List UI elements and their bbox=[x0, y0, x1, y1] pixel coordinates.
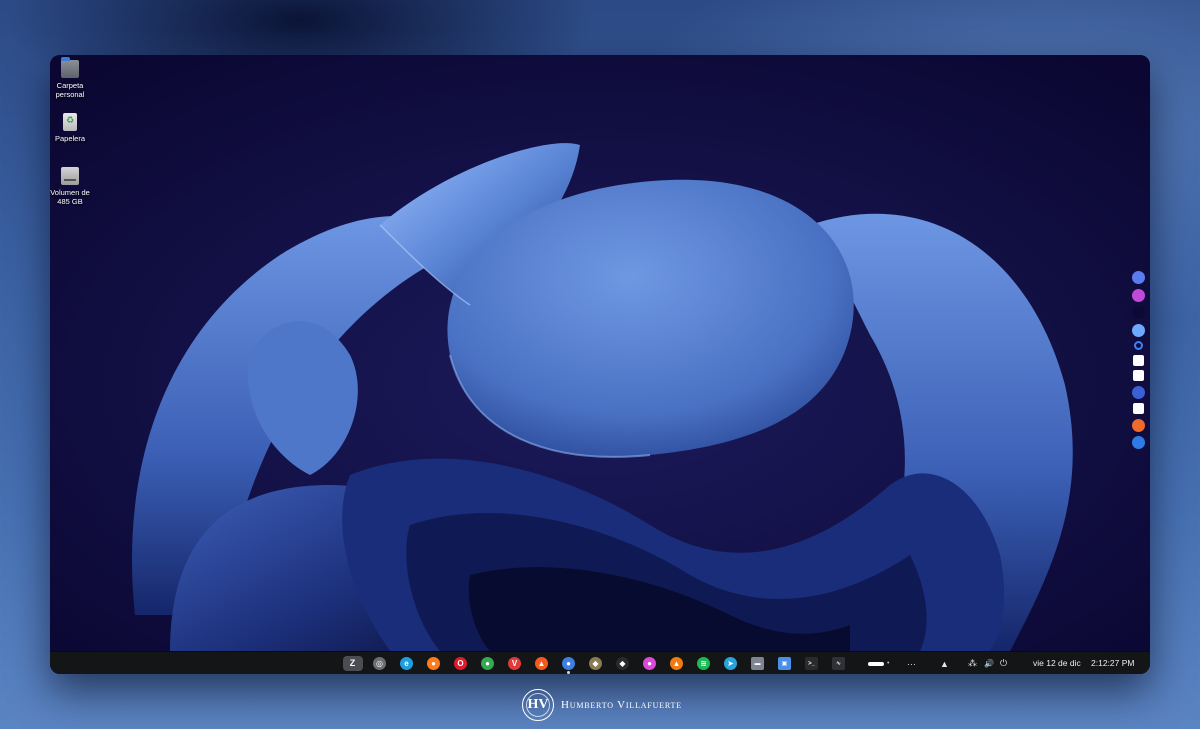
notifications-button[interactable]: ▲ bbox=[940, 652, 949, 674]
monogram-seal: HV bbox=[522, 689, 554, 721]
drive-icon bbox=[61, 167, 79, 185]
bell-icon: ▲ bbox=[940, 658, 949, 669]
power-icon: ⏻ bbox=[1000, 658, 1008, 668]
taskbar-item-chrome[interactable]: ● bbox=[477, 652, 498, 674]
loop-icon[interactable] bbox=[1131, 288, 1145, 302]
spotify-icon: ≋ bbox=[697, 657, 710, 670]
power-button[interactable]: ⏻ bbox=[1000, 652, 1007, 674]
vivaldi-icon: V bbox=[508, 657, 521, 670]
terminal-icon: >_ bbox=[805, 657, 818, 670]
taskbar-item-inkscape[interactable]: ◆ bbox=[612, 652, 633, 674]
color-picker-icon: ● bbox=[643, 657, 656, 670]
taskbar-item-opera[interactable]: O bbox=[450, 652, 471, 674]
blank-icon[interactable] bbox=[1131, 306, 1145, 319]
taskbar-item-terminal[interactable]: >_ bbox=[801, 652, 822, 674]
taskbar-item-edge[interactable]: e bbox=[396, 652, 417, 674]
taskbar-item-firefox[interactable]: ● bbox=[423, 652, 444, 674]
taskbar-item-color-picker[interactable]: ● bbox=[639, 652, 660, 674]
gimp-icon: ◆ bbox=[589, 657, 602, 670]
author-watermark: HV Humberto Villafuerte bbox=[522, 688, 682, 722]
taskbar-item-system-monitor[interactable]: ∿ bbox=[828, 652, 849, 674]
taskbar-apps: Z ◎ e ● O ● V ▲ ● ◆ ◆ ● ▲ ≋ ➤ ▬ ▣ >_ ∿ bbox=[342, 652, 855, 674]
trash-icon bbox=[63, 113, 77, 131]
circle-app-icon: ◎ bbox=[373, 657, 386, 670]
taskbar-item-active-app[interactable]: ● bbox=[558, 652, 579, 674]
desktop-icon-label: Papelera bbox=[54, 134, 86, 143]
input-pill-icon bbox=[868, 661, 884, 666]
inkscape-icon: ◆ bbox=[616, 657, 629, 670]
keyboard-layout-indicator[interactable]: • bbox=[868, 652, 889, 674]
vlc-icon: ▲ bbox=[670, 657, 683, 670]
taskbar-item-software-store[interactable]: ▣ bbox=[774, 652, 795, 674]
desktop-icon-label: Volumen de 485 GB bbox=[50, 188, 90, 206]
desktop-icon-label: Carpeta personal bbox=[55, 81, 85, 99]
tray-overflow-button[interactable]: ··· bbox=[907, 652, 916, 674]
network-button[interactable]: ⁂ bbox=[968, 652, 977, 674]
telegram-icon: ➤ bbox=[724, 657, 737, 670]
taskbar-item-telegram[interactable]: ➤ bbox=[720, 652, 741, 674]
perplexity-icon[interactable] bbox=[1131, 385, 1145, 399]
software-store-icon: ▣ bbox=[778, 657, 791, 670]
volume-button[interactable]: 🔊 bbox=[984, 652, 994, 674]
desktop-icon-home[interactable]: Carpeta personal bbox=[50, 57, 90, 99]
orange-app-icon[interactable] bbox=[1131, 418, 1145, 432]
taskbar-item-files[interactable]: ▬ bbox=[747, 652, 768, 674]
ring-icon[interactable] bbox=[1133, 341, 1143, 350]
taskbar-item-vlc[interactable]: ▲ bbox=[666, 652, 687, 674]
taskbar-item-circle-app[interactable]: ◎ bbox=[369, 652, 390, 674]
volume-icon: 🔊 bbox=[984, 659, 994, 668]
small-dot-icon: • bbox=[887, 660, 890, 667]
network-icon: ⁂ bbox=[968, 658, 977, 668]
taskbar-item-spotify[interactable]: ≋ bbox=[693, 652, 714, 674]
clock-label[interactable]: 2:12:27 PM bbox=[1091, 652, 1134, 674]
chrome-icon: ● bbox=[481, 657, 494, 670]
c-app-icon[interactable] bbox=[1132, 403, 1144, 414]
opera-icon: O bbox=[454, 657, 467, 670]
active-app-icon: ● bbox=[562, 657, 575, 670]
edge-icon: e bbox=[400, 657, 413, 670]
triangle-app-icon[interactable] bbox=[1132, 370, 1144, 381]
date-label[interactable]: vie 12 de dic bbox=[1033, 652, 1081, 674]
taskbar-item-zorin-menu[interactable]: Z bbox=[342, 652, 363, 674]
taskbar-item-brave[interactable]: ▲ bbox=[531, 652, 552, 674]
blue-app-icon[interactable] bbox=[1131, 436, 1145, 449]
desktop-screen: Carpeta personal Papelera Volumen de 485… bbox=[50, 55, 1150, 674]
external-link-icon[interactable] bbox=[1132, 354, 1144, 366]
gemini-icon[interactable] bbox=[1131, 323, 1145, 337]
taskbar-item-vivaldi[interactable]: V bbox=[504, 652, 525, 674]
firefox-icon: ● bbox=[427, 657, 440, 670]
files-icon: ▬ bbox=[751, 657, 764, 670]
home-folder-icon bbox=[61, 57, 79, 78]
copilot-icon[interactable] bbox=[1131, 271, 1145, 284]
zorin-menu-icon: Z bbox=[342, 656, 363, 671]
taskbar: Z ◎ e ● O ● V ▲ ● ◆ ◆ ● ▲ ≋ ➤ ▬ ▣ >_ ∿ • ··· ▲ ⁂ 🔊 ⏻ vie 1… bbox=[50, 651, 1150, 674]
desktop-icon-volume[interactable]: Volumen de 485 GB bbox=[50, 167, 90, 206]
wallpaper bbox=[50, 55, 1150, 651]
author-name: Humberto Villafuerte bbox=[561, 699, 682, 711]
brave-icon: ▲ bbox=[535, 657, 548, 670]
system-monitor-icon: ∿ bbox=[832, 657, 845, 670]
taskbar-item-gimp[interactable]: ◆ bbox=[585, 652, 606, 674]
more-icon: ··· bbox=[907, 658, 916, 669]
side-dock bbox=[1130, 271, 1146, 454]
desktop-icon-trash[interactable]: Papelera bbox=[50, 113, 90, 143]
